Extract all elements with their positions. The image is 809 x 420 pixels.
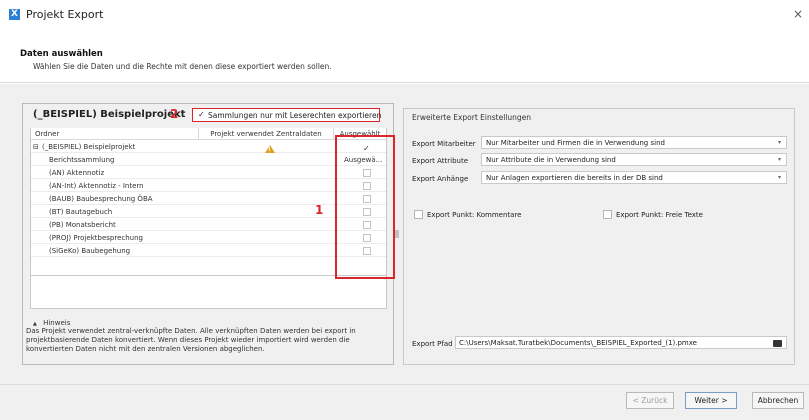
annotation-2: 2 — [170, 107, 179, 121]
collection-name: (BT) Bautagebuch — [49, 208, 113, 216]
wizard-header: Daten auswählen Wählen Sie die Daten und… — [0, 38, 809, 83]
page-subtitle: Wählen Sie die Daten und die Rechte mit … — [33, 62, 332, 71]
subheader-name: Berichtssammlung — [49, 156, 115, 164]
close-icon[interactable]: × — [793, 7, 803, 21]
project-row[interactable]: ⊟ (_BEISPIEL) Beispielprojekt — [31, 141, 386, 153]
export-comments-checkbox[interactable] — [414, 210, 423, 219]
collection-name: (PROJ) Projektbesprechung — [49, 234, 143, 242]
collection-name: (BAUB) Baubesprechung ÖBA — [49, 195, 153, 203]
table-row[interactable]: (AN) Aktennotiz — [31, 167, 386, 179]
chevron-down-icon: ▾ — [777, 139, 781, 146]
column-header-central-data[interactable]: Projekt verwendet Zentraldaten — [199, 128, 334, 140]
export-comments-label[interactable]: Export Punkt: Kommentare — [427, 211, 521, 219]
column-header-folder[interactable]: Ordner — [31, 128, 199, 140]
wizard-footer: < Zurück Weiter > Abbrechen — [0, 384, 809, 420]
selected-column-highlight — [335, 135, 395, 279]
export-employees-label: Export Mitarbeiter — [412, 140, 476, 148]
folder-grid-empty-area — [30, 276, 387, 309]
export-attributes-label: Export Attribute — [412, 157, 469, 165]
export-attachments-value: Nur Anlagen exportieren die bereits in d… — [486, 174, 663, 182]
export-attributes-dropdown[interactable]: Nur Attribute die in Verwendung sind ▾ — [481, 153, 787, 166]
cancel-button[interactable]: Abbrechen — [752, 392, 804, 409]
export-path-label: Export Pfad — [412, 340, 453, 348]
collection-name: (SiGeKo) Baubegehung — [49, 247, 131, 255]
table-row[interactable]: (BAUB) Baubesprechung ÖBA — [31, 193, 386, 205]
collection-name: (PB) Monatsbericht — [49, 221, 116, 229]
table-row[interactable]: (PB) Monatsbericht — [31, 219, 386, 231]
check-icon: ✓ — [198, 110, 205, 119]
folder-icon[interactable] — [773, 340, 782, 347]
next-button[interactable]: Weiter > — [685, 392, 737, 409]
hint-text: Das Projekt verwendet zentral-verknüpfte… — [26, 327, 356, 353]
export-attachments-label: Export Anhänge — [412, 175, 469, 183]
collection-name: (AN) Aktennotiz — [49, 169, 105, 177]
collection-name: (AN-Int) Aktennotiz - Intern — [49, 182, 144, 190]
table-row[interactable]: (PROJ) Projektbesprechung — [31, 232, 386, 244]
export-free-texts-label[interactable]: Export Punkt: Freie Texte — [616, 211, 703, 219]
back-button[interactable]: < Zurück — [626, 392, 674, 409]
page-title: Daten auswählen — [20, 49, 103, 59]
export-path-value: C:\Users\Maksat.Turatbek\Documents\_BEIS… — [459, 339, 697, 347]
table-row[interactable]: (AN-Int) Aktennotiz - Intern — [31, 180, 386, 192]
export-employees-value: Nur Mitarbeiter und Firmen die in Verwen… — [486, 139, 665, 147]
annotation-1: 1 — [315, 203, 324, 217]
collapse-icon[interactable]: ⊟ — [33, 141, 39, 153]
collection-subheader: Berichtssammlung Ausgewä... — [31, 154, 386, 166]
table-row[interactable]: (SiGeKo) Baubegehung — [31, 245, 386, 257]
hint-title: Hinweis — [43, 319, 71, 327]
window-title: Projekt Export — [26, 8, 104, 21]
app-logo-icon: X — [9, 9, 20, 20]
export-free-texts-checkbox[interactable] — [603, 210, 612, 219]
chevron-down-icon: ▾ — [777, 174, 781, 181]
title-bar: X Projekt Export × — [0, 0, 809, 30]
export-employees-dropdown[interactable]: Nur Mitarbeiter und Firmen die in Verwen… — [481, 136, 787, 149]
project-title: (_BEISPIEL) Beispielprojekt — [33, 109, 186, 120]
warning-icon-mark: ! — [268, 146, 271, 153]
panel-splitter-handle[interactable] — [395, 230, 399, 238]
export-attachments-dropdown[interactable]: Nur Anlagen exportieren die bereits in d… — [481, 171, 787, 184]
advanced-settings-title: Erweiterte Export Einstellungen — [412, 113, 532, 122]
table-row[interactable]: (BT) Bautagebuch — [31, 206, 386, 218]
export-path-field[interactable]: C:\Users\Maksat.Turatbek\Documents\_BEIS… — [455, 336, 787, 349]
hint-header[interactable]: ▲ Hinweis — [33, 319, 70, 327]
readonly-collections-label[interactable]: Sammlungen nur mit Leserechten exportier… — [208, 111, 381, 120]
chevron-down-icon: ▾ — [777, 156, 781, 163]
project-row-label: (_BEISPIEL) Beispielprojekt — [42, 143, 136, 151]
export-attributes-value: Nur Attribute die in Verwendung sind — [486, 156, 616, 164]
